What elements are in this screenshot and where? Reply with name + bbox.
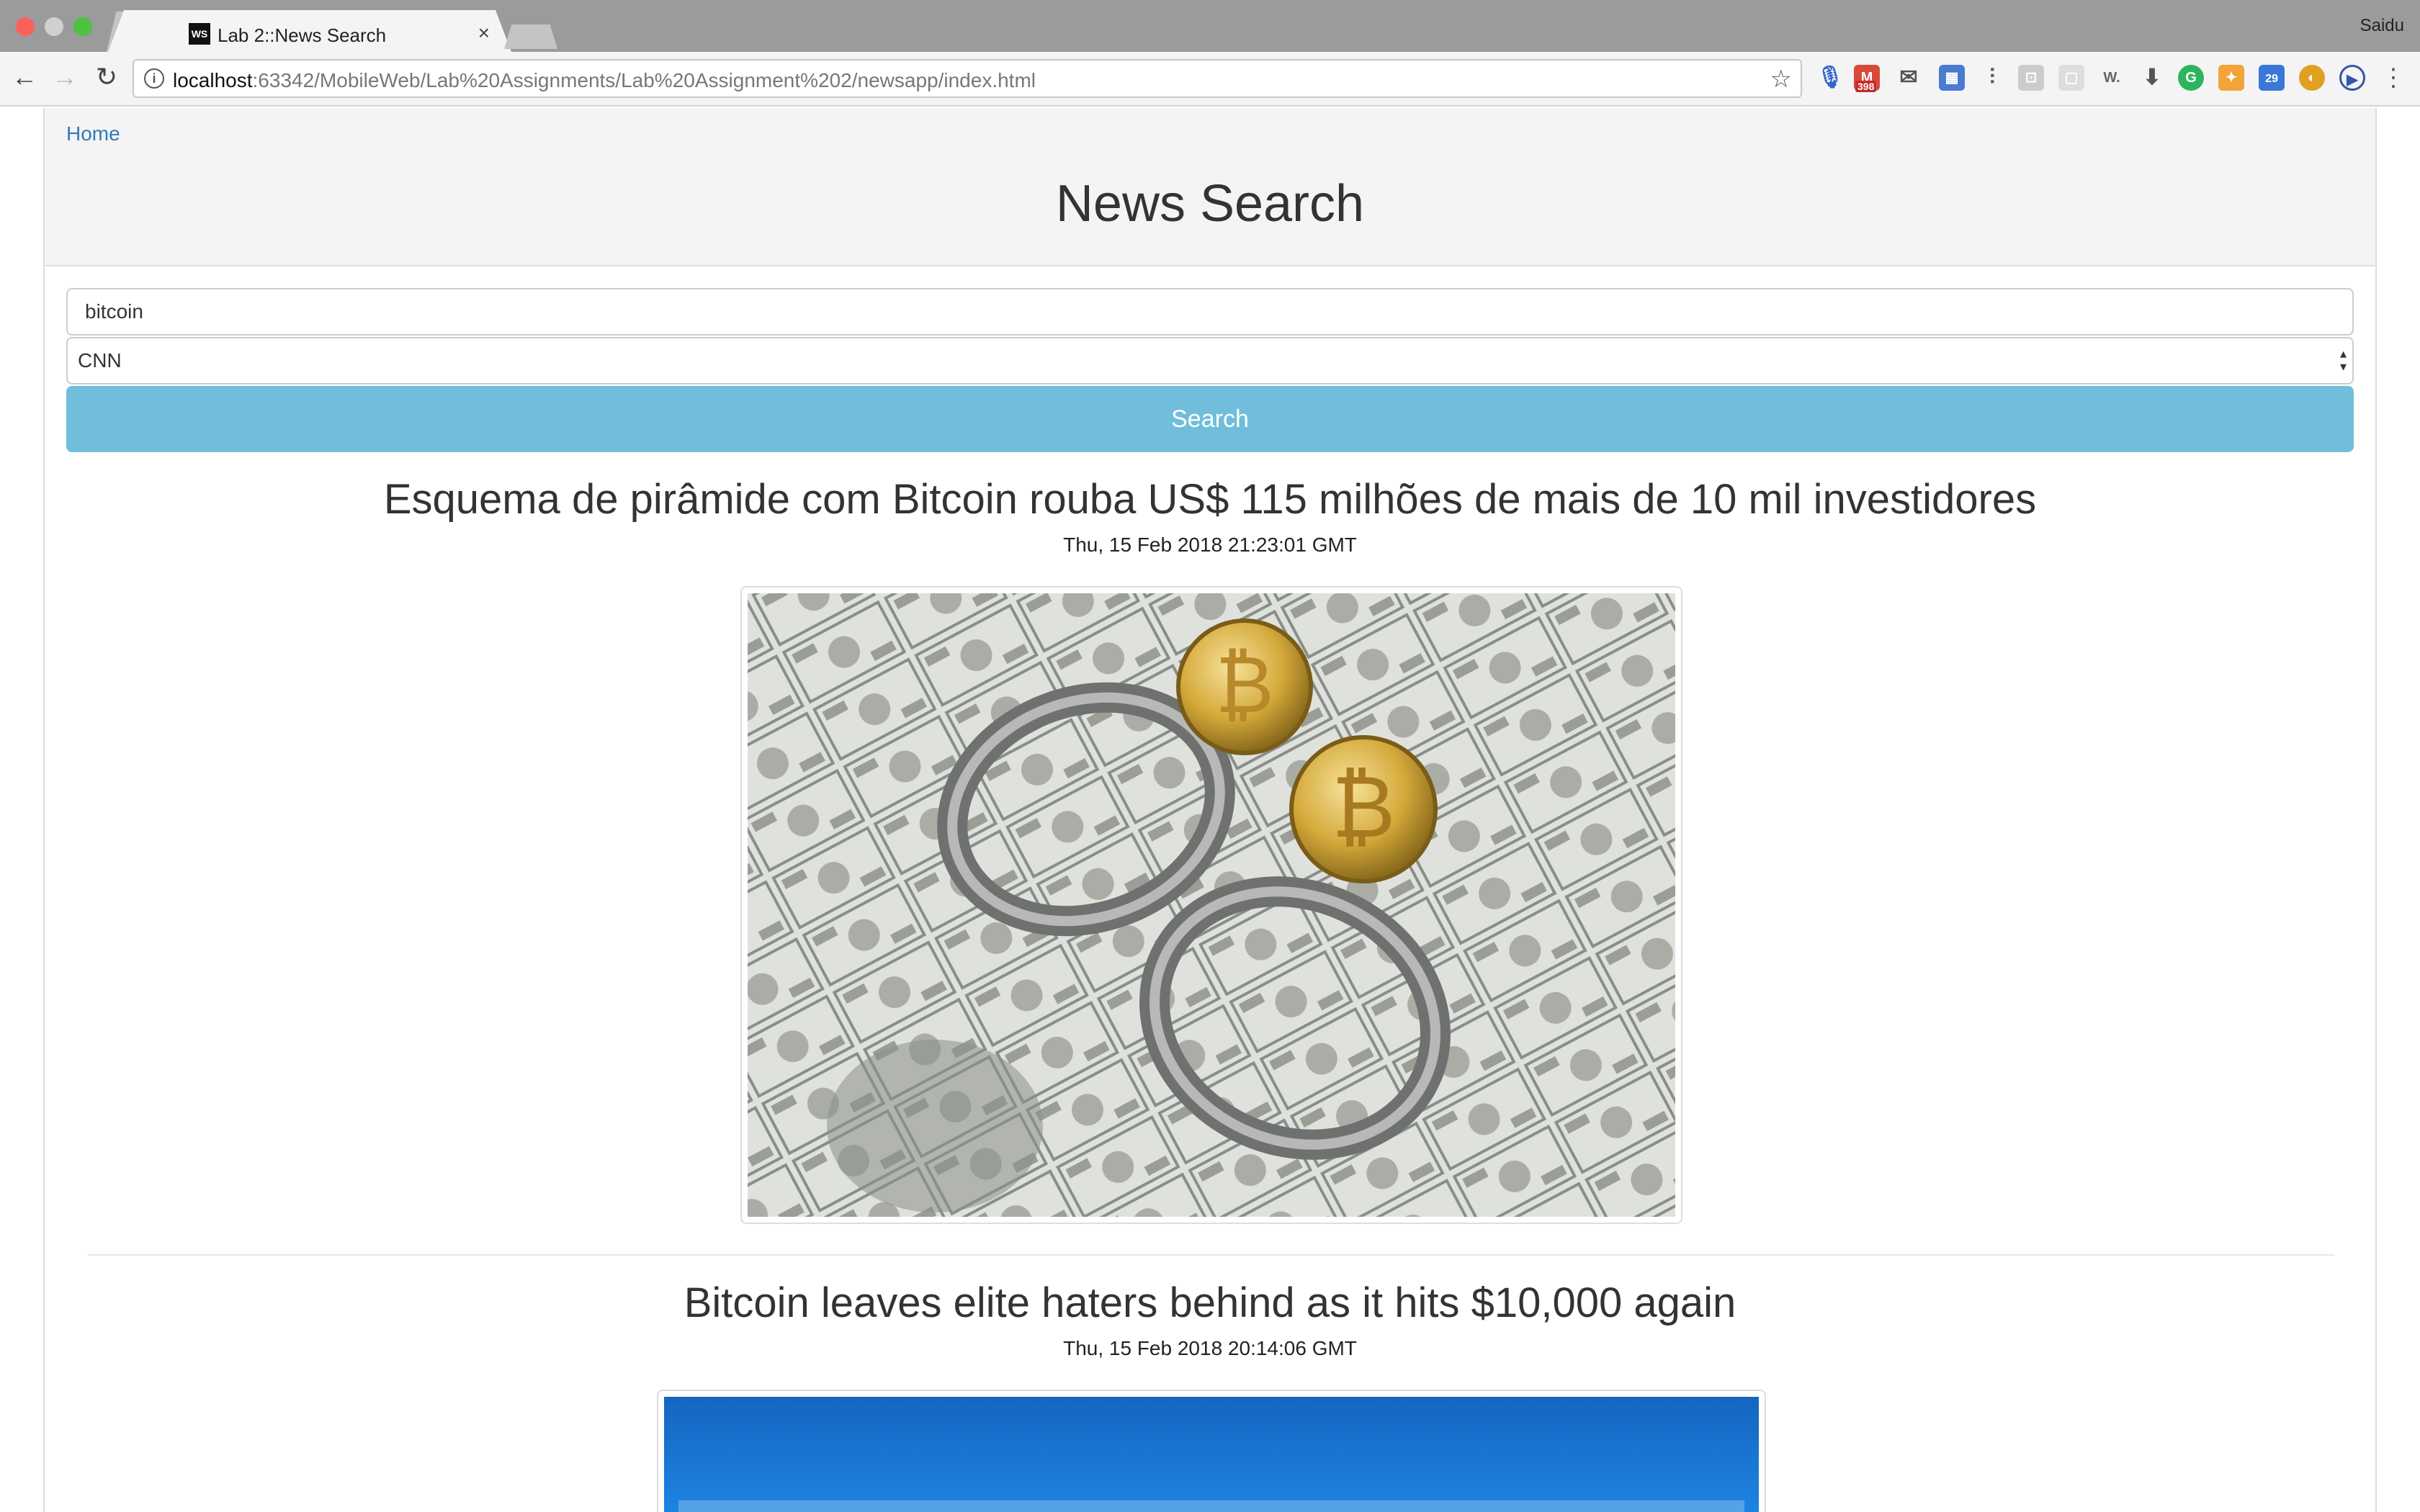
- gmail-icon[interactable]: M 398: [1854, 65, 1880, 92]
- profile-name[interactable]: Saidu: [2360, 16, 2404, 36]
- calendar-extension-icon[interactable]: ▦: [1939, 65, 1965, 91]
- digital-currency-banner-image: [664, 1397, 1759, 1512]
- browser-menu-icon[interactable]: ⋮: [2381, 63, 2406, 92]
- article-item: Esquema de pirâmide com Bitcoin rouba US…: [45, 475, 2375, 557]
- window-close-button[interactable]: [16, 17, 35, 36]
- tab-close-icon[interactable]: ×: [478, 22, 490, 45]
- extension-grey-icon[interactable]: ⊡: [2018, 65, 2044, 91]
- download-icon[interactable]: ⬇: [2139, 65, 2165, 91]
- browser-titlebar: WS Lab 2::News Search × Saidu: [0, 0, 2420, 52]
- back-arrow-icon[interactable]: ←: [10, 62, 39, 92]
- play-circle-icon[interactable]: ▶: [2339, 65, 2365, 91]
- article-thumbnail[interactable]: [657, 1390, 1766, 1512]
- article-date: Thu, 15 Feb 2018 20:14:06 GMT: [1063, 1337, 1357, 1359]
- source-select[interactable]: CNN ▴ ▾: [66, 337, 2354, 384]
- tab-active[interactable]: WS Lab 2::News Search ×: [108, 10, 511, 52]
- compass-icon[interactable]: ◐: [2299, 65, 2325, 91]
- svg-text:₿: ₿: [1332, 757, 1396, 858]
- webstorm-favicon-icon: WS: [189, 23, 210, 45]
- tab-title: Lab 2::News Search: [218, 24, 387, 46]
- svg-text:₿: ₿: [1215, 639, 1273, 731]
- forward-arrow-icon[interactable]: →: [50, 62, 79, 92]
- bitcoin-handcuffs-image: ₿ ₿: [748, 593, 1675, 1217]
- source-select-value: CNN: [78, 349, 122, 372]
- article-date: Thu, 15 Feb 2018 21:23:01 GMT: [1063, 534, 1357, 556]
- grammarly-icon[interactable]: G: [2178, 65, 2204, 91]
- article-item: Bitcoin leaves elite haters behind as it…: [45, 1279, 2375, 1360]
- article-title[interactable]: Esquema de pirâmide com Bitcoin rouba US…: [45, 475, 2375, 523]
- address-url: localhost:63342/MobileWeb/Lab%20Assignme…: [173, 69, 1036, 91]
- article-title[interactable]: Bitcoin leaves elite haters behind as it…: [45, 1279, 2375, 1327]
- new-tab-button[interactable]: [504, 24, 557, 49]
- extension-light-icon[interactable]: ▢: [2058, 65, 2084, 91]
- microphone-icon[interactable]: 🎙: [1816, 65, 1844, 91]
- equalizer-icon[interactable]: ⫶: [1979, 65, 2005, 91]
- page-title: News Search: [1055, 175, 1365, 233]
- select-arrows-icon: ▴ ▾: [2339, 346, 2347, 374]
- calendar-icon[interactable]: 29: [2259, 65, 2285, 91]
- search-button[interactable]: Search: [66, 386, 2354, 452]
- mail-icon[interactable]: ✉: [1896, 65, 1922, 91]
- browser-toolbar: ← → ↻ i localhost:63342/MobileWeb/Lab%20…: [0, 52, 2420, 107]
- bookmark-star-icon[interactable]: ☆: [1770, 65, 1792, 94]
- word-extension-icon[interactable]: W.: [2099, 65, 2125, 91]
- article-thumbnail[interactable]: ₿ ₿: [740, 586, 1682, 1224]
- site-info-icon[interactable]: i: [144, 68, 164, 89]
- window-maximize-button[interactable]: [73, 17, 92, 36]
- article-divider: [88, 1254, 2335, 1256]
- address-bar[interactable]: i localhost:63342/MobileWeb/Lab%20Assign…: [133, 59, 1802, 98]
- page-container: Home News Search CNN ▴▾ Search Esquema d…: [43, 108, 2377, 1512]
- window-minimize-button[interactable]: [45, 17, 63, 36]
- reload-icon[interactable]: ↻: [92, 62, 121, 92]
- photo-extension-icon[interactable]: ✦: [2218, 65, 2244, 91]
- page-header: Home News Search: [45, 108, 2375, 266]
- search-input[interactable]: [66, 288, 2354, 336]
- home-link[interactable]: Home: [66, 122, 120, 145]
